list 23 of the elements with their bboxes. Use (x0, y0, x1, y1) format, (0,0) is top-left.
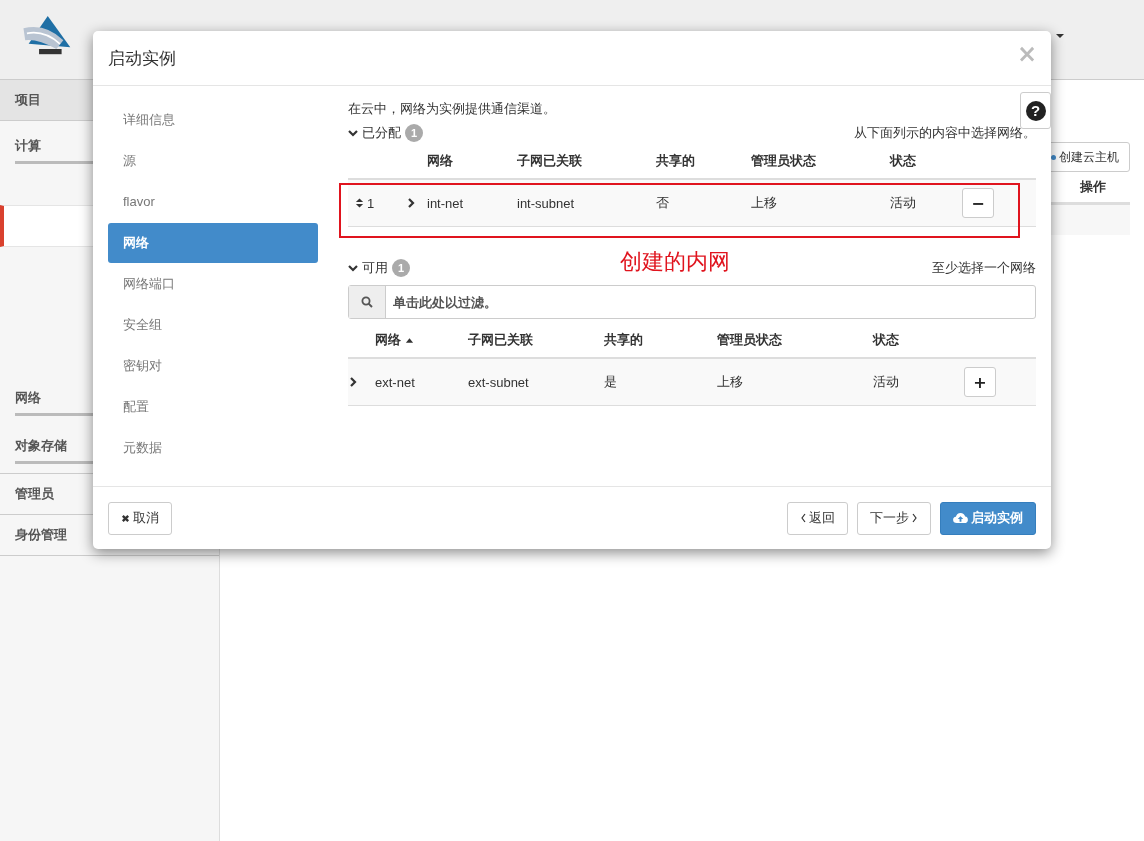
column-header: 状态 (890, 152, 917, 170)
column-header: 共享的 (656, 152, 696, 170)
table-cell-text: int-net (427, 195, 465, 211)
column-header: 管理员状态 (751, 152, 817, 170)
dialog-title: 启动实例 (108, 47, 176, 70)
table-cell-text: 活动 (890, 194, 917, 212)
count-badge: 1 (405, 124, 423, 142)
table-cell-text: 是 (604, 373, 618, 391)
column-header: 操作 (1080, 178, 1107, 196)
table-cell-text: 上移 (717, 373, 744, 391)
table-cell-text: int-subnet (517, 195, 576, 211)
order-number: 1 (367, 195, 375, 211)
table-cell-text: 上移 (751, 194, 778, 212)
count-badge: 1 (392, 259, 410, 277)
hint-text: 至少选择一个网络 (932, 259, 1036, 277)
column-header: 网络 (427, 152, 454, 170)
table-cell-text: 否 (656, 194, 670, 212)
table-cell-text: ext-net (375, 374, 416, 390)
description-text: 在云中，网络为实例提供通信渠道。 (348, 100, 557, 118)
table-cell-text: 活动 (873, 373, 900, 391)
annotation-text: 创建的内网 (620, 251, 730, 273)
table-cell-text: ext-subnet (468, 374, 530, 390)
column-header: 子网已关联 (517, 152, 583, 170)
